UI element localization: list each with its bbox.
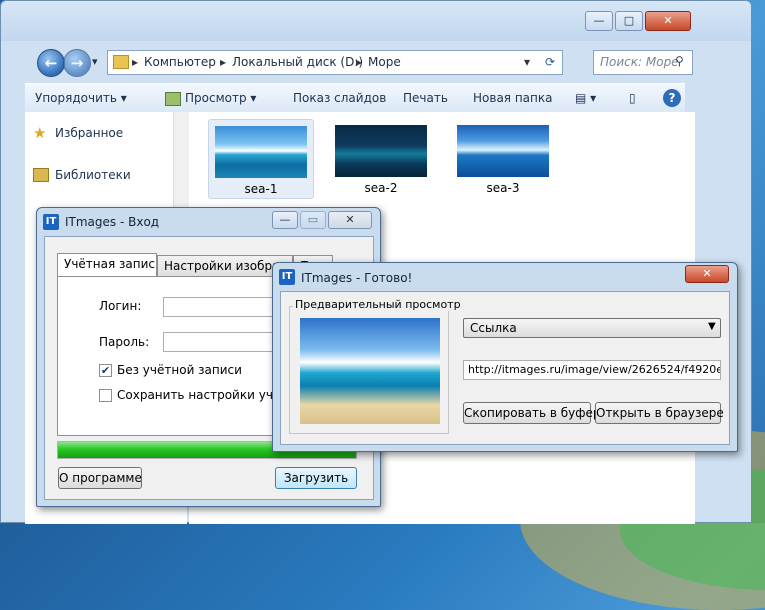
login-label: Логин: [99, 299, 142, 313]
no-account-label: Без учётной записи [117, 363, 242, 377]
login-titlebar: IT ITmages - Вход — ▭ ✕ [37, 208, 380, 236]
upload-button[interactable]: Загрузить [275, 467, 357, 489]
url-field[interactable]: http://itmages.ru/image/view/2626524/f49… [463, 360, 721, 380]
preview-group-label: Предварительный просмотр [293, 298, 463, 311]
chevron-down-icon: ▼ [708, 321, 716, 332]
file-name: sea-2 [364, 181, 398, 195]
file-item[interactable]: sea-2 [329, 119, 433, 197]
close-button[interactable]: ✕ [645, 11, 691, 31]
maximize-button[interactable]: ▭ [300, 211, 326, 229]
folder-icon [113, 55, 129, 69]
libraries-icon [33, 168, 49, 182]
no-account-checkbox[interactable]: ✔ [99, 364, 112, 377]
nav-favorites[interactable]: Избранное [55, 126, 123, 140]
slideshow-button[interactable]: Показ слайдов [293, 91, 386, 105]
copy-button[interactable]: Скопировать в буфер [463, 402, 601, 424]
preview-pane-icon[interactable]: ▯ [629, 91, 636, 105]
chevron-right-icon: ▸ [356, 55, 363, 69]
itmages-icon: IT [279, 269, 295, 285]
address-bar[interactable]: ▸ Компьютер ▸ Локальный диск (D:) ▸ Море… [107, 50, 563, 75]
login-title: ITmages - Вход [65, 215, 160, 229]
chevron-right-icon: ▸ [220, 55, 227, 69]
print-button[interactable]: Печать [403, 91, 448, 105]
close-button[interactable]: ✕ [685, 265, 729, 283]
preview-icon [165, 92, 181, 106]
explorer-titlebar: — □ ✕ [1, 1, 751, 41]
password-label: Пароль: [99, 335, 150, 349]
thumbnail-image [335, 125, 427, 177]
open-browser-button[interactable]: Открыть в браузере [595, 402, 724, 424]
chevron-right-icon: ▸ [132, 55, 139, 69]
command-toolbar: Упорядочить ▾ Просмотр ▾ Показ слайдов П… [25, 83, 685, 113]
back-button[interactable]: ← [37, 49, 65, 77]
file-name: sea-1 [244, 182, 278, 196]
chevron-down-icon[interactable]: ▾ [524, 51, 530, 74]
about-button[interactable]: О программе [58, 467, 142, 489]
view-options-icon[interactable]: ▤ ▾ [575, 91, 596, 105]
ready-titlebar: IT ITmages - Готово! ✕ [273, 263, 737, 291]
maximize-button[interactable]: □ [615, 11, 643, 31]
file-item[interactable]: sea-1 [208, 119, 314, 199]
nav-libraries[interactable]: Библиотеки [55, 168, 131, 182]
minimize-button[interactable]: — [272, 211, 298, 229]
thumbnail-image [215, 126, 307, 178]
organize-button[interactable]: Упорядочить ▾ [35, 91, 127, 105]
file-item[interactable]: sea-3 [451, 119, 555, 197]
minimize-button[interactable]: — [585, 11, 613, 31]
breadcrumb-disk[interactable]: Локальный диск (D:) [232, 51, 363, 74]
breadcrumb-sea[interactable]: Море [368, 51, 401, 74]
preview-button[interactable]: Просмотр ▾ [185, 91, 256, 105]
ready-title: ITmages - Готово! [301, 271, 413, 285]
close-button[interactable]: ✕ [328, 211, 372, 229]
link-type-value: Ссылка [470, 321, 517, 335]
link-type-select[interactable]: Ссылка ▼ [463, 318, 721, 338]
itmages-icon: IT [43, 214, 59, 230]
file-name: sea-3 [486, 181, 520, 195]
star-icon: ★ [33, 124, 47, 142]
new-folder-button[interactable]: Новая папка [473, 91, 552, 105]
thumbnail-image [457, 125, 549, 177]
save-settings-checkbox[interactable] [99, 389, 112, 402]
forward-button[interactable]: → [63, 49, 91, 77]
preview-image [300, 318, 440, 424]
tab-account[interactable]: Учётная запись [57, 253, 157, 277]
breadcrumb-computer[interactable]: Компьютер [144, 51, 216, 74]
recent-dropdown-icon[interactable]: ▾ [92, 55, 98, 68]
help-icon[interactable]: ? [663, 89, 681, 107]
ready-dialog: IT ITmages - Готово! ✕ Предварительный п… [272, 262, 738, 452]
search-icon: ⚲ [675, 54, 684, 68]
ready-body: Предварительный просмотр Ссылка ▼ http:/… [280, 291, 730, 445]
refresh-icon[interactable]: ⟳ [540, 51, 560, 74]
